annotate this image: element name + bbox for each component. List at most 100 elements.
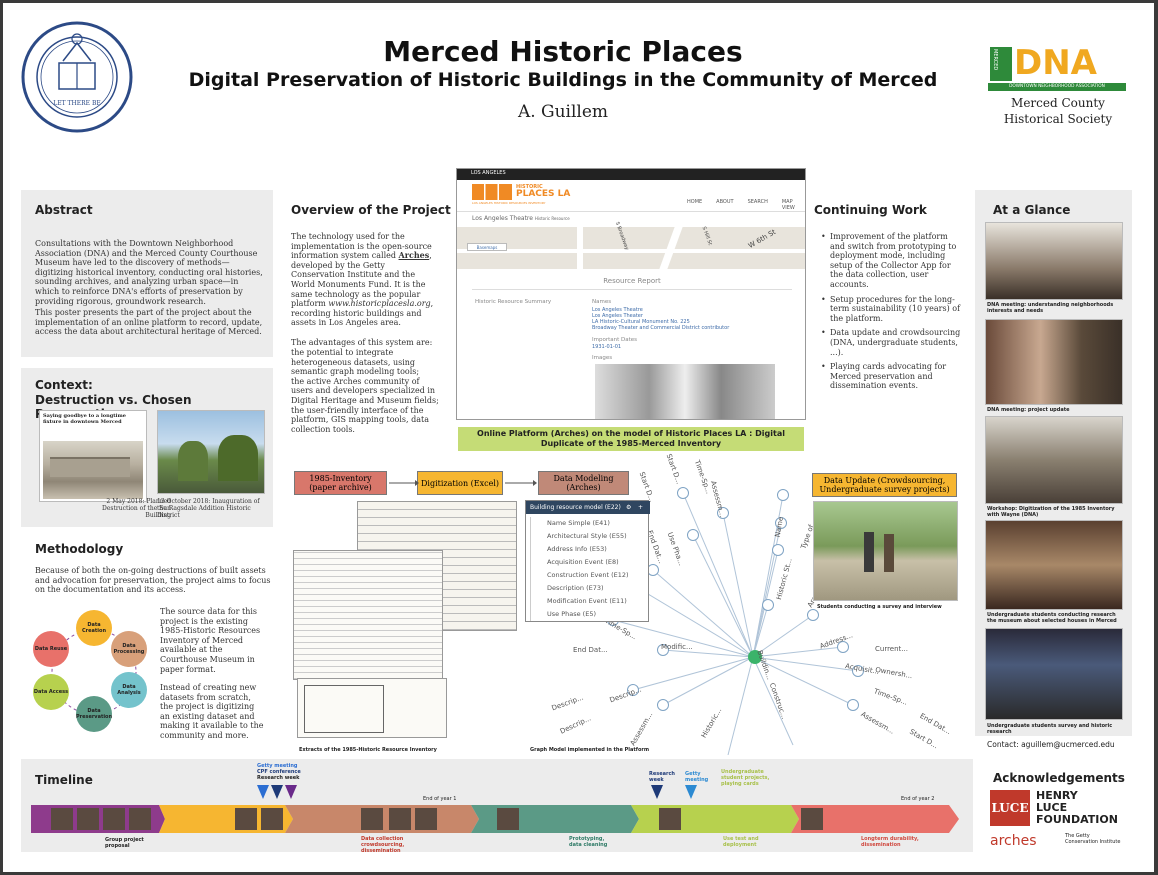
methodology-p1: Because of both the on-going destruction… bbox=[35, 566, 271, 595]
abstract-p2: This poster presents the part of the pro… bbox=[35, 308, 263, 337]
cycle-data-processing: Data Processing bbox=[111, 631, 147, 667]
glance-photo-3 bbox=[985, 416, 1123, 504]
abstract-panel: Abstract Consultations with the Downtown… bbox=[21, 190, 273, 357]
model-item[interactable]: Modification Event (E11) bbox=[530, 595, 629, 608]
luce-3: FOUNDATION bbox=[1036, 813, 1118, 826]
abstract-p1: Consultations with the Downtown Neighbor… bbox=[35, 239, 263, 306]
report-section: Historic Resource Summary bbox=[475, 299, 552, 305]
arches-logo: arches bbox=[990, 833, 1037, 849]
model-item[interactable]: Architectural Style (E55) bbox=[530, 530, 629, 543]
model-item[interactable]: Description (E73) bbox=[530, 582, 629, 595]
arches-term: Arches bbox=[398, 250, 430, 261]
date-value: 1931-01-01 bbox=[592, 344, 622, 350]
resource-model-header: Building resource model (E22) ⚙ + bbox=[526, 501, 650, 514]
graph-label: Current... bbox=[875, 645, 908, 653]
cycle-data-reuse: Data Reuse bbox=[33, 631, 69, 667]
inventory-caption: Extracts of the 1985-Historic Resource I… bbox=[299, 747, 437, 753]
theatre-photo bbox=[595, 364, 775, 419]
flow-arrows bbox=[389, 480, 537, 486]
street-label: S Broadway bbox=[613, 221, 630, 251]
phase-prototyping: Prototyping, data cleaning bbox=[569, 836, 608, 848]
contact-email[interactable]: Contact: aguillem@ucmerced.edu bbox=[987, 740, 1115, 749]
screenshot-nav: HOME ABOUT SEARCH MAP VIEW bbox=[687, 199, 805, 211]
historic-places-la-logo: HISTORIC PLACES LA LOS ANGELES HISTORIC … bbox=[472, 184, 592, 206]
flow-inventory: 1985-Inventory (paper archive) bbox=[294, 471, 387, 495]
model-item[interactable]: Construction Event (E12) bbox=[530, 569, 629, 582]
overview-p2: The advantages of this system are: bbox=[291, 338, 433, 347]
model-item[interactable]: Name Simple (E41) bbox=[530, 517, 629, 530]
poster-author: A. Guillem bbox=[517, 102, 609, 122]
nav-map-view[interactable]: MAP VIEW bbox=[782, 199, 805, 211]
glance-caption: Workshop: Digitization of the 1985 Inven… bbox=[987, 506, 1115, 518]
dates-label: Important Dates bbox=[592, 337, 638, 343]
advantage-item: the user-friendly interface of the platf… bbox=[291, 405, 429, 434]
resource-model-panel: Building resource model (E22) ⚙ + Name S… bbox=[525, 500, 650, 622]
screenshot-map: Basemaps S Broadway S Hill St W 6th St bbox=[457, 221, 805, 269]
continuing-heading: Continuing Work bbox=[814, 203, 927, 217]
research-markers bbox=[651, 785, 697, 799]
getty-line-2: Conservation Institute bbox=[1065, 839, 1121, 845]
glance-caption: DNA meeting: understanding neighborhoods… bbox=[987, 302, 1114, 314]
overview-p1: The technology used for the implementati… bbox=[291, 232, 439, 328]
glance-caption: DNA meeting: project update bbox=[987, 407, 1070, 413]
phase-deployment: Use test and deployment bbox=[723, 836, 759, 848]
methodology-p2: The source data for this project is the … bbox=[160, 607, 261, 674]
advantage-item: the potential to integrate heterogeneous… bbox=[291, 348, 420, 377]
glance-photo-5 bbox=[985, 628, 1123, 720]
screenshot-breadcrumb: Los Angeles Theatre Historic Resource bbox=[472, 215, 570, 222]
data-lifecycle-diagram: Data Creation Data Processing Data Analy… bbox=[31, 606, 157, 738]
nav-about[interactable]: ABOUT bbox=[716, 199, 733, 211]
timeline-heading: Timeline bbox=[35, 773, 93, 787]
nav-search[interactable]: SEARCH bbox=[748, 199, 768, 211]
report-title: Resource Report bbox=[603, 277, 661, 285]
dna-logo-text: DNA bbox=[1014, 43, 1097, 83]
inauguration-photo bbox=[157, 410, 265, 494]
context-caption-2: 13 October 2018: Inauguration of the Rag… bbox=[157, 498, 260, 519]
model-item[interactable]: Address Info (E53) bbox=[530, 543, 629, 556]
breadcrumb-title: Los Angeles Theatre bbox=[472, 215, 533, 222]
timeline-panel: Timeline Getty meeting CPF conference Re… bbox=[21, 759, 973, 854]
dna-logo-small: MERCED bbox=[992, 49, 998, 71]
arches-platform-screenshot: LOS ANGELES HISTORIC PLACES LA LOS ANGEL… bbox=[456, 168, 806, 420]
survey-caption: Students conducting a survey and intervi… bbox=[817, 604, 942, 610]
glance-photo-1 bbox=[985, 222, 1123, 300]
ack-heading: Acknowledgements bbox=[993, 771, 1125, 785]
methodology-p3: Instead of creating new datasets from sc… bbox=[160, 683, 264, 740]
basemaps-button[interactable]: Basemaps bbox=[467, 243, 507, 251]
historicplacesla-link[interactable]: www.historicplacesla.org bbox=[328, 299, 430, 308]
cycle-data-preservation: Data Preservation bbox=[76, 696, 112, 732]
glance-caption: Undergraduate students conducting resear… bbox=[987, 612, 1117, 624]
context-panel: Context: Destruction vs. Chosen Preserva… bbox=[21, 368, 273, 527]
graph-caption: Graph Model implemented in the Platform bbox=[530, 747, 650, 753]
marker-research-2: Research week bbox=[649, 771, 675, 783]
names-list: Los Angeles Theatre Los Angeles Theater … bbox=[592, 307, 729, 331]
luce-logo: LUCE HENRY LUCE FOUNDATION bbox=[990, 790, 1140, 830]
poster-title: Merced Historic Places bbox=[383, 35, 743, 68]
resource-model-title: Building resource model (E22) bbox=[530, 504, 621, 511]
context-heading-1: Context: bbox=[35, 378, 93, 392]
graph-label: End Dat... bbox=[573, 646, 608, 654]
overview-heading: Overview of the Project bbox=[291, 203, 451, 217]
continuing-item: Setup procedures for the long-term susta… bbox=[821, 295, 961, 324]
methodology-heading: Methodology bbox=[35, 542, 124, 556]
abstract-heading: Abstract bbox=[35, 203, 93, 217]
getty-logo: The Getty Conservation Institute bbox=[1065, 833, 1120, 845]
model-item[interactable]: Use Phase (E5) bbox=[530, 608, 629, 621]
model-item[interactable]: Acquisition Event (E8) bbox=[530, 556, 629, 569]
gear-icon[interactable]: ⚙ bbox=[626, 501, 631, 514]
marker-research-1: Research week bbox=[257, 775, 300, 781]
breadcrumb-type: Historic Resource bbox=[534, 216, 570, 221]
continuing-item: Playing cards advocating for Merced pres… bbox=[821, 362, 961, 391]
nav-home[interactable]: HOME bbox=[687, 199, 702, 211]
street-label: W 6th St bbox=[747, 227, 778, 251]
phase-collection: Data collection crowdsourcing, dissemina… bbox=[361, 836, 405, 854]
graph-label: Modific... bbox=[661, 643, 693, 651]
logo-big: PLACES LA bbox=[516, 189, 571, 199]
svg-text:LET THERE BE: LET THERE BE bbox=[53, 100, 100, 107]
street-label: S Hill St bbox=[700, 225, 713, 247]
dna-logo: MERCED DNA DOWNTOWN NEIGHBORHOOD ASSOCIA… bbox=[988, 43, 1128, 95]
luce-mark: LUCE bbox=[990, 790, 1030, 826]
poster-subtitle: Digital Preservation of Historic Buildin… bbox=[188, 69, 938, 91]
resource-model-items: Name Simple (E41) Architectural Style (E… bbox=[530, 517, 629, 621]
add-icon[interactable]: + bbox=[638, 501, 643, 514]
